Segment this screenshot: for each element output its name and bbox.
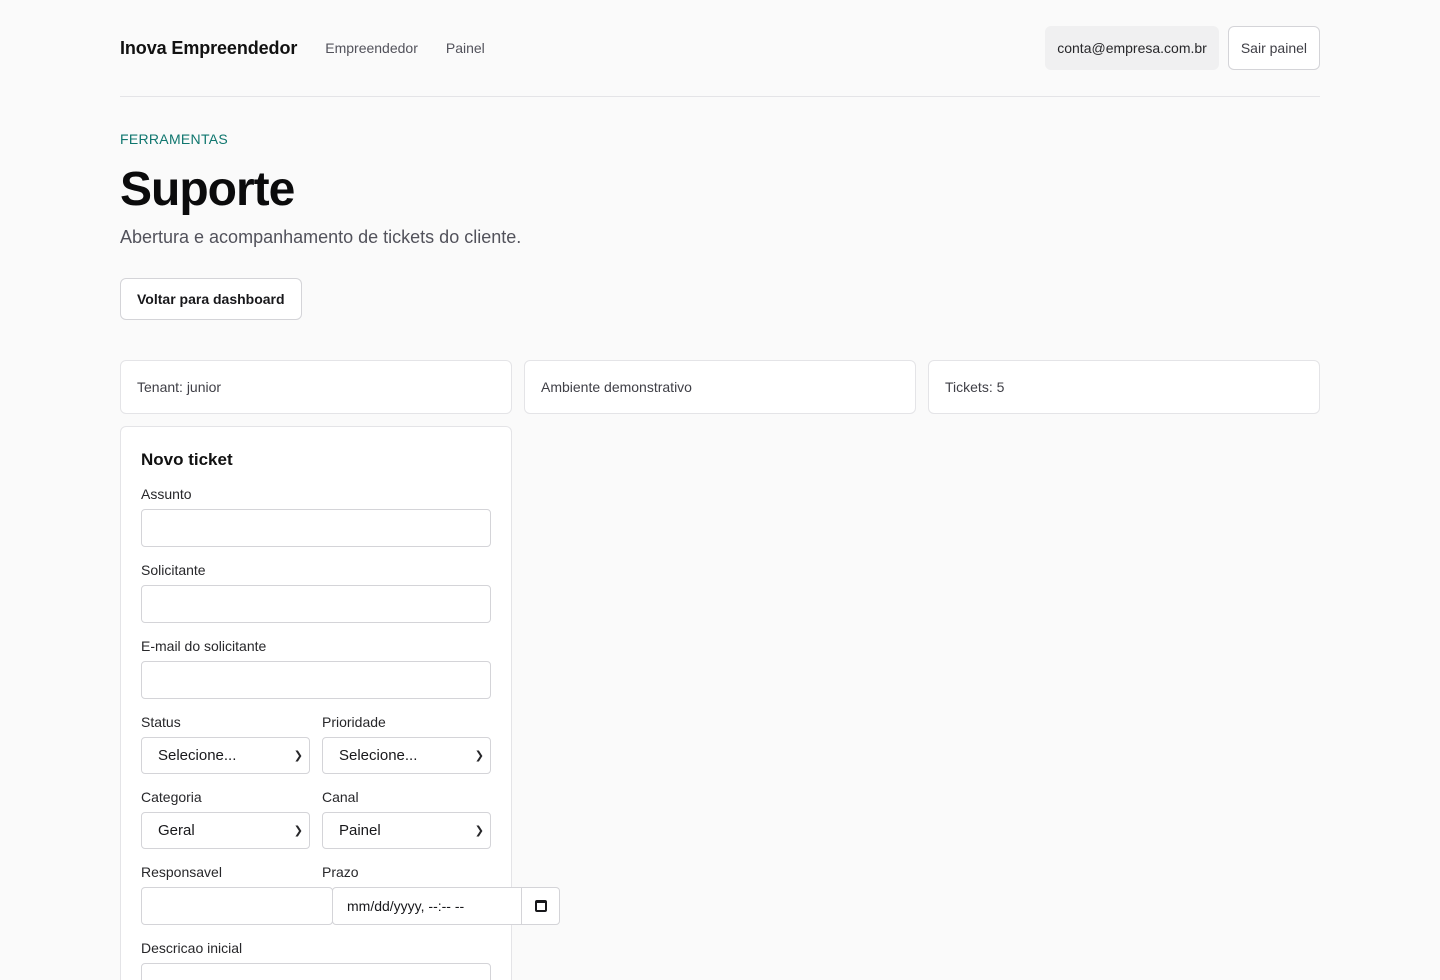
status-priority-row: Status Selecione... ❯ Prioridade Selecio… (141, 703, 491, 774)
status-field: Status Selecione... ❯ (141, 714, 310, 774)
category-select[interactable]: Geral ❯ (141, 811, 310, 849)
owner-input[interactable] (141, 886, 333, 925)
chevron-down-icon: ❯ (474, 824, 484, 837)
nav-link-empreendedor[interactable]: Empreendedor (325, 40, 418, 56)
category-select-value: Geral (158, 821, 195, 839)
chevron-down-icon: ❯ (293, 749, 303, 762)
channel-select-value: Painel (339, 821, 381, 839)
page-container: Inova Empreendedor Empreendedor Painel c… (120, 0, 1320, 980)
subject-field: Assunto (141, 486, 491, 547)
channel-select[interactable]: Painel ❯ (322, 811, 491, 849)
email-input[interactable] (141, 660, 491, 699)
description-label: Descricao inicial (141, 939, 243, 956)
environment-card: Ambiente demonstrativo (524, 359, 916, 414)
deadline-placeholder: mm/dd/yyyy, --:-- -- (347, 897, 465, 914)
nav-link-painel[interactable]: Painel (446, 40, 485, 56)
back-to-dashboard-button[interactable]: Voltar para dashboard (120, 277, 302, 320)
owner-deadline-row: Responsavel Prazo mm/dd/yyyy, --:-- -- (141, 853, 560, 925)
email-label: E-mail do solicitante (141, 637, 267, 654)
chevron-down-icon: ❯ (293, 824, 303, 837)
requester-field: Solicitante (141, 562, 491, 623)
calendar-icon (534, 899, 547, 912)
email-field: E-mail do solicitante (141, 638, 491, 699)
requester-label: Solicitante (141, 561, 206, 578)
description-field: Descricao inicial (141, 940, 491, 980)
top-navigation: Inova Empreendedor Empreendedor Painel c… (120, 0, 1320, 97)
category-channel-row: Categoria Geral ❯ Canal Painel ❯ (141, 778, 491, 849)
priority-select-value: Selecione... (339, 746, 418, 764)
calendar-button[interactable] (521, 887, 559, 924)
tenant-card: Tenant: junior (120, 359, 512, 414)
subject-label: Assunto (141, 485, 192, 502)
main-nav: Empreendedor Painel (325, 40, 485, 56)
priority-select[interactable]: Selecione... ❯ (322, 736, 491, 774)
page-title: Suporte (120, 163, 295, 216)
channel-field: Canal Painel ❯ (322, 789, 491, 849)
deadline-field: Prazo mm/dd/yyyy, --:-- -- (322, 863, 560, 925)
category-label: Categoria (141, 788, 202, 805)
brand-name: Inova Empreendedor (120, 37, 298, 58)
requester-input[interactable] (141, 584, 491, 623)
subject-input[interactable] (141, 508, 491, 547)
account-area: conta@empresa.com.br Sair painel (1045, 26, 1320, 70)
priority-label: Prioridade (322, 713, 386, 730)
new-ticket-form: Novo ticket Assunto Solicitante E-mail d… (120, 425, 560, 980)
account-email: conta@empresa.com.br (1045, 26, 1219, 70)
status-select-value: Selecione... (158, 746, 237, 764)
status-label: Status (141, 713, 181, 730)
channel-label: Canal (322, 788, 359, 805)
chevron-down-icon: ❯ (474, 749, 484, 762)
deadline-input[interactable]: mm/dd/yyyy, --:-- -- (332, 886, 560, 925)
tickets-count-card: Tickets: 5 (928, 359, 1320, 414)
category-field: Categoria Geral ❯ (141, 789, 310, 849)
deadline-label: Prazo (322, 863, 359, 880)
description-textarea[interactable] (141, 962, 491, 980)
status-select[interactable]: Selecione... ❯ (141, 736, 310, 774)
page-subtitle: Abertura e acompanhamento de tickets do … (120, 226, 522, 247)
logout-button[interactable]: Sair painel (1227, 26, 1320, 70)
owner-label: Responsavel (141, 863, 222, 880)
form-title: Novo ticket (141, 449, 233, 469)
info-cards: Tenant: junior Ambiente demonstrativo Ti… (120, 359, 1320, 414)
owner-field: Responsavel (141, 863, 333, 925)
section-eyebrow: FERRAMENTAS (120, 131, 229, 147)
priority-field: Prioridade Selecione... ❯ (322, 714, 491, 774)
